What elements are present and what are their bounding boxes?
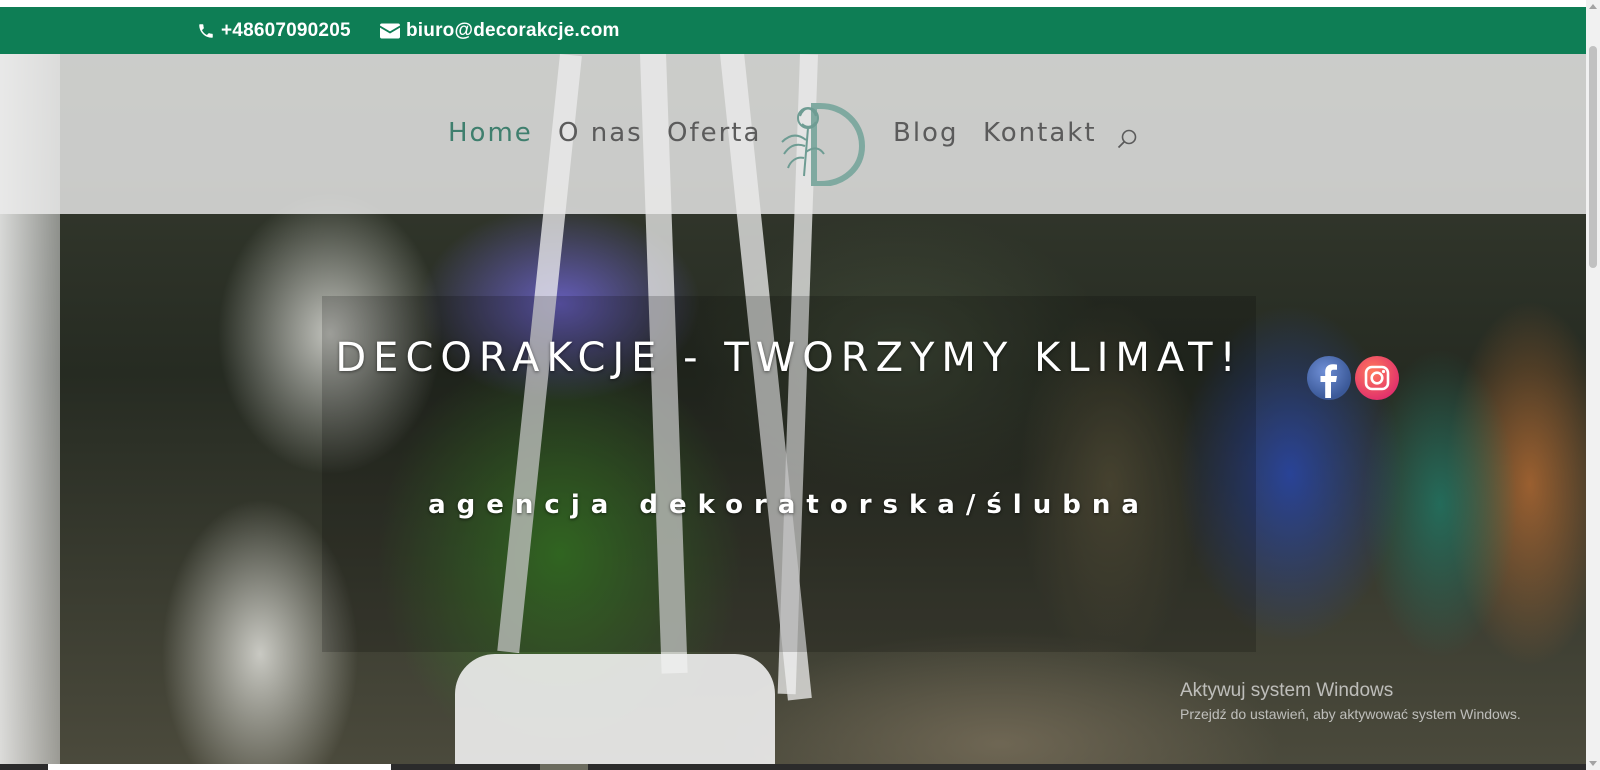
scrollbar-thumb[interactable] xyxy=(1589,46,1597,268)
scroll-up-arrow[interactable] xyxy=(1589,4,1597,9)
nav-home[interactable]: Home xyxy=(448,118,533,148)
page-scrollbar[interactable] xyxy=(1586,0,1600,770)
search-icon xyxy=(1117,129,1137,149)
bottom-edge-segment xyxy=(540,764,588,770)
envelope-icon xyxy=(380,23,400,38)
bottom-edge-segment xyxy=(48,764,391,770)
top-strip xyxy=(0,0,1586,7)
phone-text: +48607090205 xyxy=(221,19,351,41)
instagram-link[interactable] xyxy=(1355,356,1399,400)
scroll-down-arrow[interactable] xyxy=(1589,761,1597,766)
decorakcje-logo-icon xyxy=(781,103,866,187)
phone-link[interactable]: +48607090205 xyxy=(197,7,351,54)
nav-o-nas[interactable]: O nas xyxy=(558,118,643,148)
nav-oferta[interactable]: Oferta xyxy=(667,118,761,148)
phone-icon xyxy=(199,23,213,38)
facebook-icon xyxy=(1320,364,1337,398)
hero-title: DECORAKCJE - TWORZYMY KLIMAT! xyxy=(335,335,1243,381)
watermark-line-2: Przejdź do ustawień, aby aktywować syste… xyxy=(1180,706,1521,722)
watermark-line-1: Aktywuj system Windows xyxy=(1180,680,1394,701)
instagram-icon xyxy=(1364,365,1390,391)
search-button[interactable] xyxy=(1116,128,1138,154)
email-link[interactable]: biuro@decorakcje.com xyxy=(380,7,620,54)
nav-kontakt[interactable]: Kontakt xyxy=(983,118,1097,148)
contact-topbar: +48607090205 biuro@decorakcje.com xyxy=(0,7,1586,54)
windows-activation-watermark: Aktywuj system Windows Przejdź do ustawi… xyxy=(1180,680,1521,722)
main-navigation: Home O nas Oferta Blog Kontakt xyxy=(0,54,1586,214)
nav-blog[interactable]: Blog xyxy=(893,118,958,148)
bottom-section-edge xyxy=(0,764,1586,770)
site-logo[interactable] xyxy=(778,96,866,190)
email-text: biuro@decorakcje.com xyxy=(406,19,620,41)
facebook-link[interactable] xyxy=(1307,356,1351,400)
hero-subtitle: agencja dekoratorska/ślubna xyxy=(428,490,1150,520)
vase-decoration xyxy=(455,654,775,764)
